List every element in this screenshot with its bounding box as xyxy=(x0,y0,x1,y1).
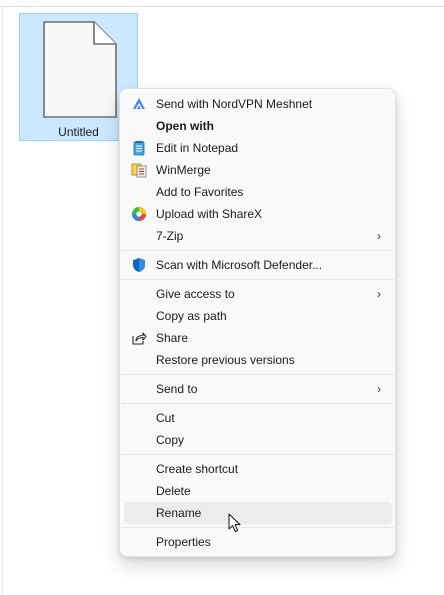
menu-item-label: Edit in Notepad xyxy=(156,141,239,155)
menu-item-edit-in-notepad[interactable]: Edit in Notepad xyxy=(124,137,392,159)
menu-item-share[interactable]: Share xyxy=(124,327,392,349)
menu-item-rename[interactable]: Rename xyxy=(124,502,392,524)
sharex-icon xyxy=(132,207,146,221)
share-icon xyxy=(132,332,147,345)
chevron-right-icon: › xyxy=(377,382,381,396)
menu-item-label: Send with NordVPN Meshnet xyxy=(156,97,313,111)
menu-item-label: Copy xyxy=(156,433,185,447)
menu-item-open-with[interactable]: Open with xyxy=(124,115,392,137)
menu-item-label: Delete xyxy=(156,484,191,498)
menu-item-label: Upload with ShareX xyxy=(156,207,263,221)
desktop: Untitled Send with NordVPN Meshnet Open … xyxy=(0,0,444,595)
menu-item-label: Restore previous versions xyxy=(156,353,295,367)
menu-item-label: Share xyxy=(156,331,189,345)
menu-item-send-with-nordvpn-meshnet[interactable]: Send with NordVPN Meshnet xyxy=(124,93,392,115)
chevron-right-icon: › xyxy=(377,287,381,301)
menu-separator xyxy=(121,454,394,455)
menu-item-delete[interactable]: Delete xyxy=(124,480,392,502)
winmerge-icon xyxy=(131,163,147,178)
menu-item-copy[interactable]: Copy xyxy=(124,429,392,451)
notepad-icon xyxy=(133,141,145,156)
menu-item-properties[interactable]: Properties xyxy=(124,531,392,553)
menu-item-label: WinMerge xyxy=(156,163,211,177)
menu-item-scan-with-microsoft-defender[interactable]: Scan with Microsoft Defender... xyxy=(124,254,392,276)
menu-item-label: Open with xyxy=(156,119,214,133)
menu-item-label: Give access to xyxy=(156,287,235,301)
mouse-pointer-icon xyxy=(228,513,241,532)
menu-item-cut[interactable]: Cut xyxy=(124,407,392,429)
window-left-border xyxy=(2,6,3,595)
menu-item-upload-with-sharex[interactable]: Upload with ShareX xyxy=(124,203,392,225)
menu-separator xyxy=(121,250,394,251)
defender-shield-icon xyxy=(133,258,145,272)
menu-item-label: Scan with Microsoft Defender... xyxy=(156,258,323,272)
menu-item-send-to[interactable]: Send to › xyxy=(124,378,392,400)
menu-item-give-access-to[interactable]: Give access to › xyxy=(124,283,392,305)
menu-item-add-to-favorites[interactable]: Add to Favorites xyxy=(124,181,392,203)
menu-item-7-zip[interactable]: 7-Zip › xyxy=(124,225,392,247)
menu-item-label: 7-Zip xyxy=(156,229,184,243)
menu-item-label: Send to xyxy=(156,382,198,396)
menu-item-label: Cut xyxy=(156,411,175,425)
menu-item-label: Add to Favorites xyxy=(156,185,244,199)
menu-item-label: Properties xyxy=(156,535,211,549)
context-menu: Send with NordVPN Meshnet Open with Edit… xyxy=(119,88,396,557)
nordvpn-icon xyxy=(133,98,145,109)
menu-item-label: Create shortcut xyxy=(156,462,239,476)
menu-item-label: Copy as path xyxy=(156,309,227,323)
menu-item-create-shortcut[interactable]: Create shortcut xyxy=(124,458,392,480)
menu-item-winmerge[interactable]: WinMerge xyxy=(124,159,392,181)
blank-document-icon xyxy=(43,21,117,118)
menu-item-label: Rename xyxy=(156,506,202,520)
menu-separator xyxy=(121,279,394,280)
chevron-right-icon: › xyxy=(377,229,381,243)
menu-separator xyxy=(121,527,394,528)
menu-separator xyxy=(121,403,394,404)
menu-separator xyxy=(121,374,394,375)
menu-item-restore-previous-versions[interactable]: Restore previous versions xyxy=(124,349,392,371)
menu-item-copy-as-path[interactable]: Copy as path xyxy=(124,305,392,327)
window-top-border xyxy=(0,6,444,7)
